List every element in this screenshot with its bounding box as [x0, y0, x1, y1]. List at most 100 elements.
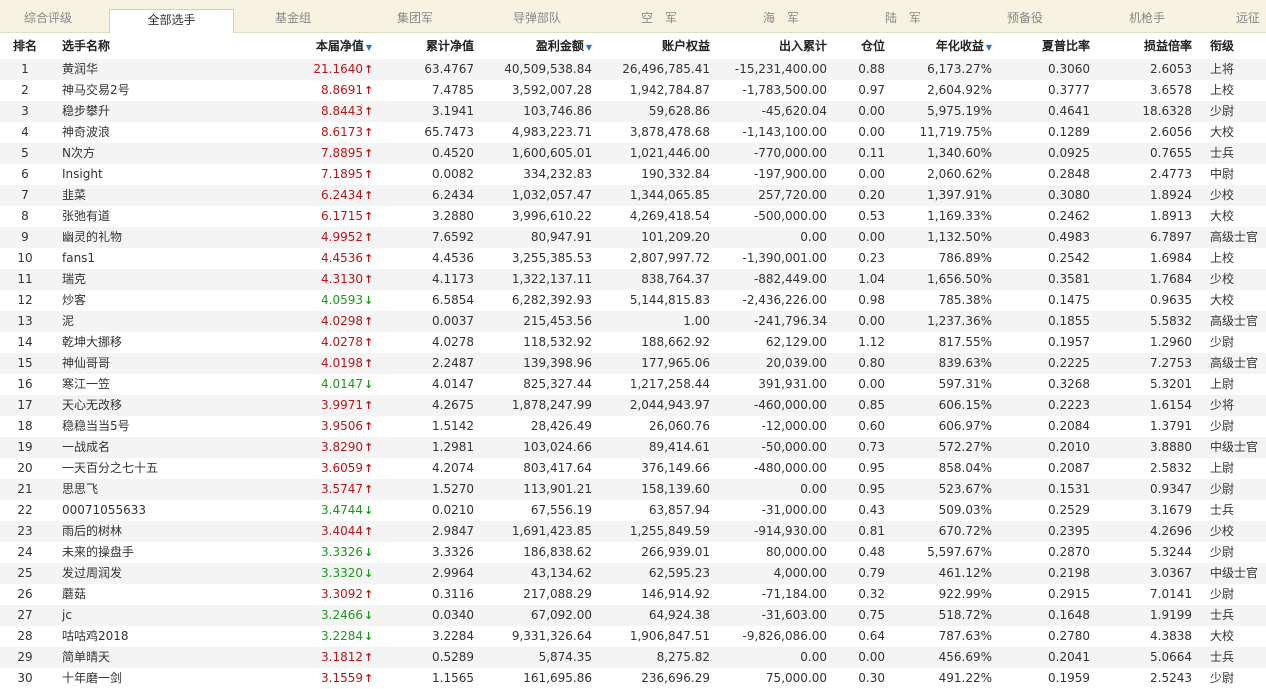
- arrow-up-icon: ↑: [364, 168, 374, 181]
- header-rank[interactable]: 排名: [0, 33, 50, 59]
- arrow-up-icon: ↑: [364, 483, 374, 496]
- table-row[interactable]: 3 稳步攀升 8.8443↑ 3.1941 103,746.86 59,628.86 -45…: [0, 101, 1266, 122]
- tab-expedition[interactable]: 远征: [1208, 0, 1266, 32]
- player-name-cell[interactable]: 稳稳当当5号: [62, 416, 242, 437]
- player-name-cell[interactable]: 咕咕鸡2018: [62, 626, 242, 647]
- tab-missile-force[interactable]: 导弹部队: [476, 0, 598, 32]
- table-row[interactable]: 5 N次方 7.8895↑ 0.4520 1,600,605.01 1,021,446.0…: [0, 143, 1266, 164]
- sort-desc-icon[interactable]: ▼: [986, 43, 992, 52]
- table-row[interactable]: 2 神马交易2号 8.8691↑ 7.4785 3,592,007.28 1,942,78…: [0, 80, 1266, 101]
- table-row[interactable]: 7 韭菜 6.2434↑ 6.2434 1,032,057.47 1,344,065.85…: [0, 185, 1266, 206]
- position-ratio-cell: 0.81: [858, 524, 885, 538]
- player-name-cell[interactable]: 乾坤大挪移: [62, 332, 242, 353]
- table-row[interactable]: 25 发过周润发 3.3320↓ 2.9964 43,134.62 62,595.23 4,…: [0, 563, 1266, 584]
- header-player-name[interactable]: 选手名称: [62, 33, 242, 59]
- header-profit-loss-ratio[interactable]: 损益倍率: [1100, 33, 1192, 59]
- header-profit-amount[interactable]: 盈利金额 ▼: [486, 33, 592, 59]
- rank-title-cell: 高级士官: [1210, 314, 1259, 328]
- table-row[interactable]: 22 00071055633 3.4744↓ 0.0210 67,556.19 63,85…: [0, 500, 1266, 521]
- table-row[interactable]: 16 寒江一笠 4.0147↓ 4.0147 825,327.44 1,217,258.4…: [0, 374, 1266, 395]
- annual-return-cell: 2,060.62%: [927, 167, 992, 181]
- sort-desc-icon[interactable]: ▼: [586, 43, 592, 52]
- header-rank-title[interactable]: 衔级: [1210, 33, 1266, 59]
- profit-loss-ratio-cell: 3.6578: [1150, 83, 1192, 97]
- table-row[interactable]: 17 天心无改移 3.9971↑ 4.2675 1,878,247.99 2,044,94…: [0, 395, 1266, 416]
- header-sharpe-ratio[interactable]: 夏普比率: [1000, 33, 1090, 59]
- table-row[interactable]: 28 咕咕鸡2018 3.2284↓ 3.2284 9,331,326.64 1,906,…: [0, 626, 1266, 647]
- tab-all-players[interactable]: 全部选手: [109, 9, 234, 33]
- tab-machine-gunner[interactable]: 机枪手: [1086, 0, 1208, 32]
- player-name-cell[interactable]: 发过周润发: [62, 563, 242, 584]
- rank-cell: 12: [17, 293, 33, 307]
- rank-cell: 7: [21, 188, 29, 202]
- header-position-ratio[interactable]: 仓位: [845, 33, 885, 59]
- table-row[interactable]: 13 泥 4.0298↑ 0.0037 215,453.56 1.00 -241,796.3…: [0, 311, 1266, 332]
- table-row[interactable]: 29 简单晴天 3.1812↑ 0.5289 5,874.35 8,275.82 0.00 0…: [0, 647, 1266, 668]
- player-name-cell[interactable]: 蘑菇: [62, 584, 242, 605]
- player-name-cell[interactable]: 神奇波浪: [62, 122, 242, 143]
- arrow-up-icon: ↑: [364, 672, 374, 685]
- table-row[interactable]: 27 jc 3.2466↓ 0.0340 67,092.00 64,924.38 -31,6…: [0, 605, 1266, 626]
- table-row[interactable]: 8 张弛有道 6.1715↑ 3.2880 3,996,610.22 4,269,418.…: [0, 206, 1266, 227]
- player-name-cell[interactable]: Insight: [62, 164, 242, 185]
- table-row[interactable]: 11 瑞克 4.3130↑ 4.1173 1,322,137.11 838,764.37 -…: [0, 269, 1266, 290]
- table-row[interactable]: 10 fans1 4.4536↑ 4.4536 3,255,385.53 2,807,99…: [0, 248, 1266, 269]
- tab-reserve[interactable]: 预备役: [964, 0, 1086, 32]
- header-net-inflow[interactable]: 出入累计: [715, 33, 827, 59]
- player-name-cell[interactable]: N次方: [62, 143, 242, 164]
- table-row[interactable]: 20 一天百分之七十五 3.6059↑ 4.2074 803,417.64 376,149…: [0, 458, 1266, 479]
- tab-army-group[interactable]: 集团军: [354, 0, 476, 32]
- table-row[interactable]: 14 乾坤大挪移 4.0278↑ 4.0278 118,532.92 188,662.92…: [0, 332, 1266, 353]
- table-row[interactable]: 24 未来的操盘手 3.3326↓ 3.3326 186,838.62 266,939.0…: [0, 542, 1266, 563]
- player-name-cell[interactable]: 天心无改移: [62, 395, 242, 416]
- table-row[interactable]: 26 蘑菇 3.3092↑ 0.3116 217,088.29 146,914.92 -71…: [0, 584, 1266, 605]
- table-row[interactable]: 9 幽灵的礼物 4.9952↑ 7.6592 80,947.91 101,209.20 0.…: [0, 227, 1266, 248]
- player-name-cell[interactable]: 幽灵的礼物: [62, 227, 242, 248]
- player-name-cell[interactable]: 黄润华: [62, 59, 242, 80]
- header-current-nav[interactable]: 本届净值 ▼: [280, 33, 372, 59]
- player-name-cell[interactable]: 稳步攀升: [62, 101, 242, 122]
- annual-return-cell: 1,169.33%: [927, 209, 992, 223]
- tab-air-force[interactable]: 空 军: [598, 0, 720, 32]
- table-row[interactable]: 19 一战成名 3.8290↑ 1.2981 103,024.66 89,414.61 -5…: [0, 437, 1266, 458]
- net-inflow-cell: -2,436,226.00: [742, 293, 828, 307]
- table-row[interactable]: 15 神仙哥哥 4.0198↑ 2.2487 139,398.96 177,965.06 2…: [0, 353, 1266, 374]
- header-account-equity[interactable]: 账户权益: [600, 33, 710, 59]
- table-row[interactable]: 6 Insight 7.1895↑ 0.0082 334,232.83 190,332.8…: [0, 164, 1266, 185]
- player-name-cell[interactable]: 炒客: [62, 290, 242, 311]
- table-row[interactable]: 23 雨后的树林 3.4044↑ 2.9847 1,691,423.85 1,255,84…: [0, 521, 1266, 542]
- account-equity-cell: 5,144,815.83: [629, 293, 710, 307]
- player-name-cell[interactable]: 十年磨一剑: [62, 668, 242, 689]
- tab-army[interactable]: 陆 军: [842, 0, 964, 32]
- nav-value: 3.9506: [321, 419, 363, 433]
- tab-rating[interactable]: 综合评级: [0, 0, 96, 32]
- header-annual-return[interactable]: 年化收益 ▼: [900, 33, 992, 59]
- player-name-cell[interactable]: 张弛有道: [62, 206, 242, 227]
- player-name-cell[interactable]: 未来的操盘手: [62, 542, 242, 563]
- player-name-cell[interactable]: 韭菜: [62, 185, 242, 206]
- table-row[interactable]: 1 黄润华 21.1640↑ 63.4767 40,509,538.84 26,496,7…: [0, 59, 1266, 80]
- player-name-cell[interactable]: fans1: [62, 248, 242, 269]
- player-name-cell[interactable]: 一战成名: [62, 437, 242, 458]
- player-name-cell[interactable]: 神仙哥哥: [62, 353, 242, 374]
- player-name-cell[interactable]: 寒江一笠: [62, 374, 242, 395]
- header-cumulative-nav[interactable]: 累计净值: [390, 33, 474, 59]
- player-name-cell[interactable]: 简单晴天: [62, 647, 242, 668]
- sort-desc-icon[interactable]: ▼: [366, 43, 372, 52]
- player-name-cell[interactable]: 神马交易2号: [62, 80, 242, 101]
- player-name-cell[interactable]: jc: [62, 605, 242, 626]
- player-name-cell[interactable]: 泥: [62, 311, 242, 332]
- table-row[interactable]: 18 稳稳当当5号 3.9506↑ 1.5142 28,426.49 26,060.76 -…: [0, 416, 1266, 437]
- tab-fund-group[interactable]: 基金组: [232, 0, 354, 32]
- player-name-cell[interactable]: 雨后的树林: [62, 521, 242, 542]
- table-row[interactable]: 30 十年磨一剑 3.1559↑ 1.1565 161,695.86 236,696.29…: [0, 668, 1266, 689]
- player-name-cell[interactable]: 思思飞: [62, 479, 242, 500]
- account-equity-cell: 8,275.82: [656, 650, 710, 664]
- tab-navy[interactable]: 海 军: [720, 0, 842, 32]
- player-name-cell[interactable]: 00071055633: [62, 500, 242, 521]
- player-name-cell[interactable]: 一天百分之七十五: [62, 458, 242, 479]
- table-row[interactable]: 12 炒客 4.0593↓ 6.5854 6,282,392.93 5,144,815.8…: [0, 290, 1266, 311]
- table-row[interactable]: 21 思思飞 3.5747↑ 1.5270 113,901.21 158,139.60 0.…: [0, 479, 1266, 500]
- player-name-cell[interactable]: 瑞克: [62, 269, 242, 290]
- table-row[interactable]: 4 神奇波浪 8.6173↑ 65.7473 4,983,223.71 3,878,478…: [0, 122, 1266, 143]
